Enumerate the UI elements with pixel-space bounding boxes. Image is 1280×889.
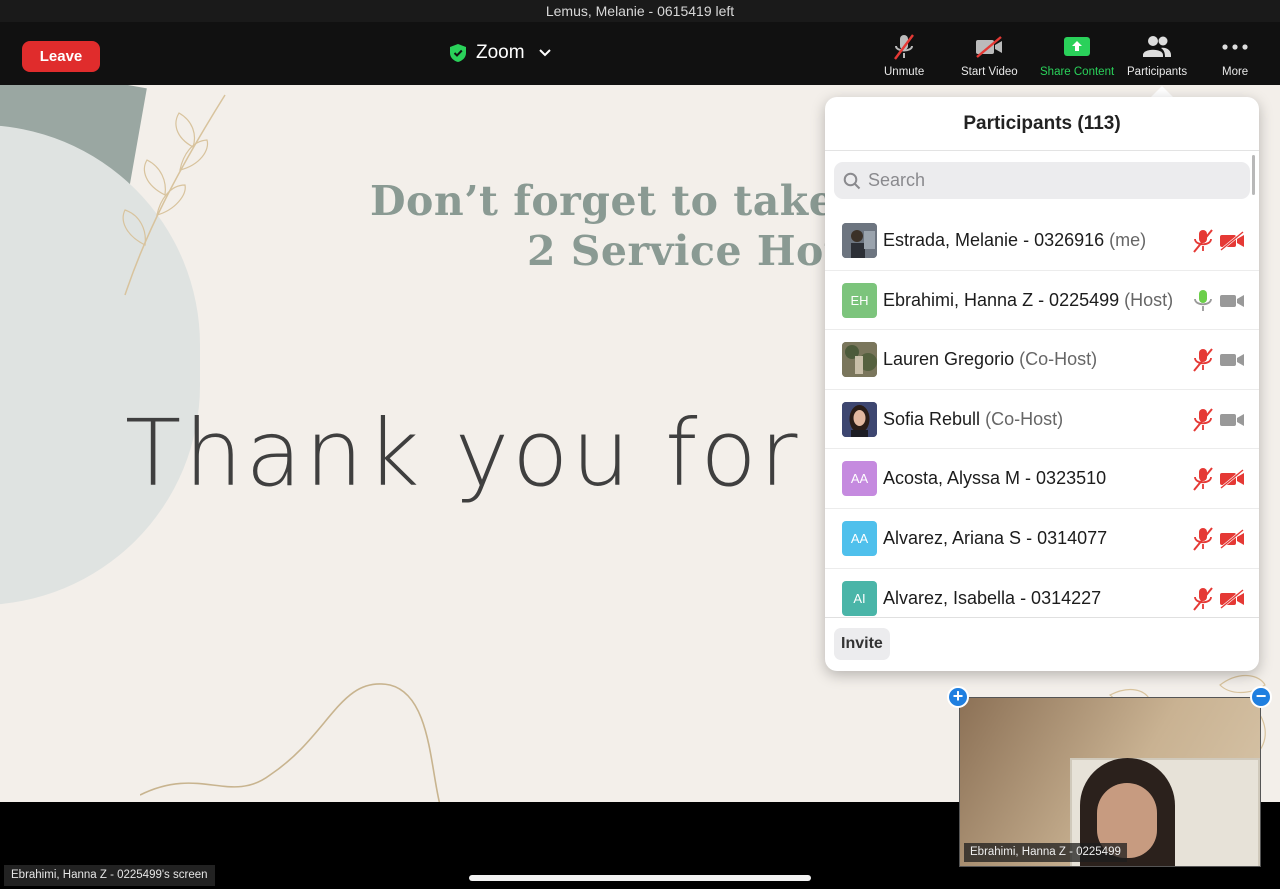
- avatar-photo-icon: [842, 401, 877, 437]
- avatar: AA: [842, 520, 877, 556]
- video-on-icon[interactable]: [1219, 350, 1245, 370]
- search-input[interactable]: [868, 170, 1228, 191]
- video-on-icon[interactable]: [1219, 291, 1245, 311]
- muted-mic-icon[interactable]: [1191, 347, 1215, 373]
- participant-list: Estrada, Melanie - 0326916 (me) EH Ebrah…: [825, 211, 1259, 617]
- avatar-photo-icon: [842, 223, 877, 258]
- muted-mic-icon: [894, 34, 915, 60]
- zoom-meeting-window: Lemus, Melanie - 0615419 left Leave Zoom: [0, 0, 1280, 889]
- leave-button[interactable]: Leave: [22, 41, 100, 72]
- avatar: AI: [842, 580, 877, 616]
- chevron-down-icon: [538, 49, 551, 57]
- participant-row[interactable]: AA Alvarez, Ariana S - 0314077: [825, 509, 1259, 569]
- participants-label: Participants: [1127, 66, 1188, 78]
- participant-row[interactable]: Lauren Gregorio (Co-Host): [825, 330, 1259, 390]
- video-off-icon[interactable]: [1219, 469, 1245, 490]
- participant-row[interactable]: Sofia Rebull (Co-Host): [825, 390, 1259, 450]
- participant-left-notice: Lemus, Melanie - 0615419 left: [0, 0, 1280, 22]
- participant-name: Sofia Rebull (Co-Host): [883, 408, 1064, 429]
- participant-name: Acosta, Alyssa M - 0323510: [883, 468, 1107, 489]
- video-off-icon: [976, 36, 1003, 58]
- more-dots-icon: [1222, 44, 1248, 50]
- expand-tile-plus-icon[interactable]: +: [947, 686, 969, 708]
- participant-row[interactable]: EH Ebrahimi, Hanna Z - 0225499 (Host): [825, 271, 1259, 331]
- meeting-title: Zoom: [476, 42, 525, 63]
- video-on-icon[interactable]: [1219, 410, 1245, 430]
- participant-name: Alvarez, Isabella - 0314227: [883, 587, 1102, 608]
- avatar: [842, 223, 877, 258]
- start-video-label: Start Video: [961, 66, 1018, 78]
- home-indicator[interactable]: [469, 875, 811, 881]
- participant-name: Lauren Gregorio (Co-Host): [883, 349, 1098, 370]
- share-content-button[interactable]: Share Content: [1040, 32, 1114, 82]
- avatar-photo-icon: [842, 342, 877, 378]
- participants-panel-title: Participants (113): [825, 97, 1259, 151]
- video-tile-name-label: Ebrahimi, Hanna Z - 0225499: [964, 843, 1127, 862]
- leaf-decoration-icon: [122, 94, 226, 296]
- participant-search[interactable]: [834, 162, 1250, 199]
- panel-pointer: [1151, 86, 1173, 97]
- participant-row[interactable]: Estrada, Melanie - 0326916 (me): [825, 211, 1259, 271]
- meeting-info-dropdown[interactable]: Zoom: [450, 38, 551, 68]
- start-video-button[interactable]: Start Video: [961, 32, 1018, 82]
- participant-row[interactable]: AI Alvarez, Isabella - 0314227: [825, 569, 1259, 617]
- participants-panel-footer: Invite: [825, 617, 1259, 671]
- self-video-tile[interactable]: Ebrahimi, Hanna Z - 0225499: [959, 697, 1261, 867]
- scrollbar[interactable]: [1252, 155, 1255, 195]
- participant-name: Alvarez, Ariana S - 0314077: [883, 527, 1108, 548]
- unmute-button[interactable]: Unmute: [884, 32, 924, 82]
- meeting-toolbar: Leave Zoom Unmute Start Video Share Cont…: [0, 22, 1280, 85]
- share-content-label: Share Content: [1040, 66, 1115, 78]
- avatar: EH: [842, 282, 877, 318]
- swirl-decoration-icon: [140, 683, 441, 802]
- avatar: [842, 401, 877, 437]
- shield-check-icon: [450, 44, 466, 62]
- muted-mic-icon[interactable]: [1191, 407, 1215, 433]
- minimize-tile-minus-icon[interactable]: −: [1250, 686, 1272, 708]
- participants-panel: Participants (113) Estrada, Melanie - 03…: [825, 97, 1259, 671]
- muted-mic-icon[interactable]: [1191, 466, 1215, 492]
- invite-button[interactable]: Invite: [834, 628, 890, 660]
- participant-row[interactable]: AA Acosta, Alyssa M - 0323510: [825, 449, 1259, 509]
- more-button[interactable]: More: [1222, 32, 1248, 82]
- search-icon: [843, 172, 861, 189]
- video-off-icon[interactable]: [1219, 231, 1245, 251]
- unmute-label: Unmute: [884, 66, 925, 78]
- muted-mic-icon[interactable]: [1191, 526, 1215, 552]
- muted-mic-icon[interactable]: [1191, 586, 1215, 612]
- participant-name: Ebrahimi, Hanna Z - 0225499 (Host): [883, 289, 1174, 310]
- more-label: More: [1222, 66, 1249, 78]
- video-off-icon[interactable]: [1219, 528, 1245, 549]
- mic-on-icon[interactable]: [1191, 288, 1215, 314]
- participants-button[interactable]: Participants: [1127, 32, 1187, 82]
- video-off-icon[interactable]: [1219, 588, 1245, 609]
- muted-mic-icon[interactable]: [1191, 228, 1215, 254]
- slide-thank-you-text: Thank you for c: [125, 400, 887, 507]
- avatar: AA: [842, 461, 877, 497]
- shared-screen-owner-label: Ebrahimi, Hanna Z - 0225499's screen: [4, 865, 215, 886]
- avatar: [842, 342, 877, 378]
- participant-name: Estrada, Melanie - 0326916 (me): [883, 230, 1147, 250]
- share-screen-icon: [1064, 37, 1091, 56]
- participants-icon: [1143, 36, 1172, 57]
